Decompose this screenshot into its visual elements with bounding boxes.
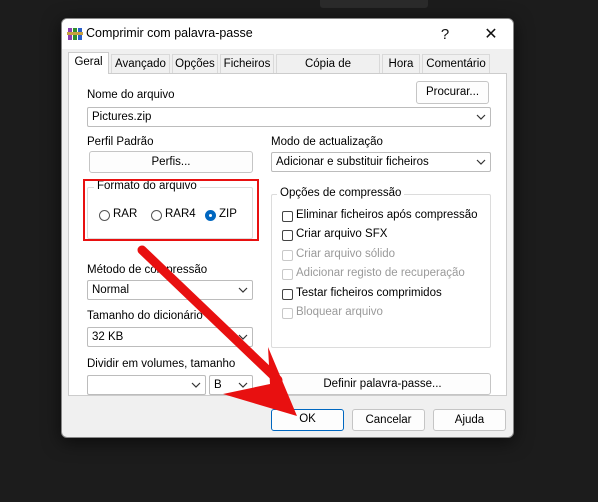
- annotation-arrow: [137, 245, 297, 416]
- tab-general[interactable]: Geral: [68, 52, 109, 74]
